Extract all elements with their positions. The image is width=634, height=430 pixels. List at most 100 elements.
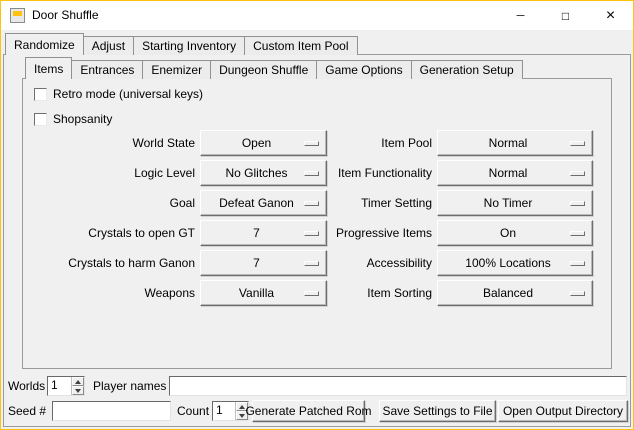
checkbox-label: Retro mode (universal keys) xyxy=(53,87,203,101)
dropdown-progressive-items[interactable]: On xyxy=(437,220,593,246)
dropdown-crystals-harm-ganon[interactable]: 7 xyxy=(200,250,327,276)
dropdown-weapons[interactable]: Vanilla xyxy=(200,280,327,306)
dropdown-label: Progressive Items xyxy=(330,226,437,240)
dropdown-world-state[interactable]: Open xyxy=(200,130,327,156)
tab-entrances[interactable]: Entrances xyxy=(71,60,143,79)
dropdown-label: Crystals to harm Ganon xyxy=(30,256,200,270)
tab-label: Starting Inventory xyxy=(142,39,236,53)
tab-items[interactable]: Items xyxy=(25,57,72,79)
dropdown-label: Goal xyxy=(30,196,200,210)
count-label: Count xyxy=(177,404,209,418)
tab-custom-item-pool[interactable]: Custom Item Pool xyxy=(244,36,357,55)
tab-game-options[interactable]: Game Options xyxy=(316,60,411,79)
save-settings-button[interactable]: Save Settings to File xyxy=(379,400,496,422)
dropdown-value: Normal xyxy=(489,136,542,150)
window-frame: Door Shuffle ─ □ × Randomize Adjust Star… xyxy=(0,0,634,430)
dropdown-indicator-icon xyxy=(570,171,585,176)
dropdown-indicator-icon xyxy=(304,201,319,206)
maximize-button[interactable]: □ xyxy=(543,1,588,30)
generate-patched-rom-button[interactable]: Generate Patched Rom xyxy=(252,400,365,422)
dropdown-item-functionality[interactable]: Normal xyxy=(437,160,593,186)
player-names-input[interactable] xyxy=(169,376,627,396)
checkbox-label: Shopsanity xyxy=(53,112,112,126)
tab-enemizer[interactable]: Enemizer xyxy=(142,60,211,79)
seed-input[interactable] xyxy=(52,401,171,421)
dropdown-row: Logic Level No Glitches xyxy=(30,160,327,186)
dropdown-column-right: Item Pool Normal Item Functionality Norm… xyxy=(330,130,593,310)
dropdown-value: 7 xyxy=(253,226,274,240)
dropdown-indicator-icon xyxy=(304,231,319,236)
worlds-spinbox[interactable]: 1 xyxy=(47,376,85,396)
tab-dungeon-shuffle[interactable]: Dungeon Shuffle xyxy=(210,60,317,79)
dropdown-indicator-icon xyxy=(570,291,585,296)
tab-starting-inventory[interactable]: Starting Inventory xyxy=(133,36,245,55)
dropdown-indicator-icon xyxy=(304,261,319,266)
dropdown-row: World State Open xyxy=(30,130,327,156)
dropdown-timer-setting[interactable]: No Timer xyxy=(437,190,593,216)
dropdown-value: 100% Locations xyxy=(465,256,564,270)
tab-label: Randomize xyxy=(14,38,75,52)
dropdown-indicator-icon xyxy=(570,201,585,206)
dropdown-indicator-icon xyxy=(304,171,319,176)
checkbox-retro-mode[interactable] xyxy=(34,88,47,101)
shopsanity-row: Shopsanity xyxy=(34,112,112,126)
spinner-buttons xyxy=(71,377,84,395)
worlds-value: 1 xyxy=(48,377,71,395)
button-label: Save Settings to File xyxy=(382,404,492,418)
door-shuffle-window: Door Shuffle ─ □ × Randomize Adjust Star… xyxy=(1,1,633,429)
dropdown-label: Item Pool xyxy=(330,136,437,150)
button-label: Generate Patched Rom xyxy=(245,404,371,418)
dropdown-label: Item Sorting xyxy=(330,286,437,300)
dropdown-indicator-icon xyxy=(570,261,585,266)
tab-randomize[interactable]: Randomize xyxy=(5,33,84,55)
title-bar[interactable]: Door Shuffle ─ □ × xyxy=(1,1,633,30)
tab-label: Custom Item Pool xyxy=(253,39,348,53)
inner-tab-bar: Items Entrances Enemizer Dungeon Shuffle… xyxy=(25,57,522,79)
retro-mode-row: Retro mode (universal keys) xyxy=(34,87,203,101)
tab-label: Adjust xyxy=(92,39,125,53)
dropdown-row: Crystals to harm Ganon 7 xyxy=(30,250,327,276)
minimize-button[interactable]: ─ xyxy=(498,1,543,30)
worlds-label: Worlds xyxy=(8,379,45,393)
dropdown-label: Weapons xyxy=(30,286,200,300)
app-icon xyxy=(10,8,25,23)
dropdown-value: Balanced xyxy=(483,286,547,300)
dropdown-row: Item Pool Normal xyxy=(330,130,593,156)
dropdown-indicator-icon xyxy=(570,141,585,146)
dropdown-item-pool[interactable]: Normal xyxy=(437,130,593,156)
dropdown-row: Item Functionality Normal xyxy=(330,160,593,186)
spin-up-icon[interactable] xyxy=(72,377,84,386)
dropdown-row: Crystals to open GT 7 xyxy=(30,220,327,246)
dropdown-row: Accessibility 100% Locations xyxy=(330,250,593,276)
tab-label: Enemizer xyxy=(151,63,202,77)
dropdown-value: Open xyxy=(242,136,285,150)
dropdown-value: Vanilla xyxy=(239,286,288,300)
spin-down-icon[interactable] xyxy=(72,386,84,395)
dropdown-row: Goal Defeat Ganon xyxy=(30,190,327,216)
tab-label: Dungeon Shuffle xyxy=(219,63,308,77)
dropdown-indicator-icon xyxy=(304,141,319,146)
checkbox-shopsanity[interactable] xyxy=(34,113,47,126)
dropdown-column-left: World State Open Logic Level No Glitches… xyxy=(30,130,327,310)
tab-generation-setup[interactable]: Generation Setup xyxy=(411,60,523,79)
dropdown-item-sorting[interactable]: Balanced xyxy=(437,280,593,306)
close-icon: × xyxy=(606,1,615,30)
tab-adjust[interactable]: Adjust xyxy=(83,36,134,55)
dropdown-logic-level[interactable]: No Glitches xyxy=(200,160,327,186)
open-output-directory-button[interactable]: Open Output Directory xyxy=(498,400,628,422)
count-spinbox[interactable]: 1 xyxy=(212,401,249,421)
dropdown-indicator-icon xyxy=(304,291,319,296)
close-button[interactable]: × xyxy=(588,1,633,30)
count-value: 1 xyxy=(213,402,235,420)
dropdown-label: Logic Level xyxy=(30,166,200,180)
dropdown-label: Item Functionality xyxy=(330,166,437,180)
dropdown-crystals-open-gt[interactable]: 7 xyxy=(200,220,327,246)
dropdown-row: Item Sorting Balanced xyxy=(330,280,593,306)
dropdown-accessibility[interactable]: 100% Locations xyxy=(437,250,593,276)
tab-label: Entrances xyxy=(80,63,134,77)
dropdown-value: On xyxy=(500,226,530,240)
dropdown-label: Timer Setting xyxy=(330,196,437,210)
seed-label: Seed # xyxy=(8,404,46,418)
dropdown-value: 7 xyxy=(253,256,274,270)
dropdown-goal[interactable]: Defeat Ganon xyxy=(200,190,327,216)
